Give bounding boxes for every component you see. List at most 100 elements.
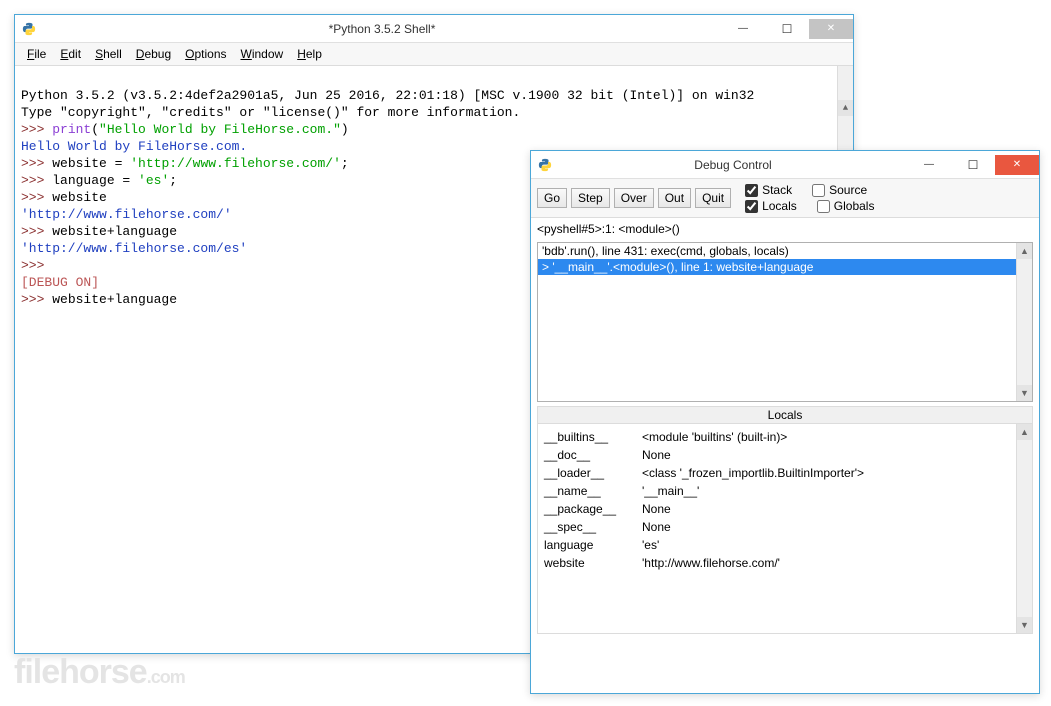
python-icon: [537, 157, 553, 173]
string-literal: "Hello World by FileHorse.com.": [99, 122, 341, 137]
locals-key: __name__: [540, 484, 630, 498]
debug-window: Debug Control — ☐ ✕ Go Step Over Out Qui…: [530, 150, 1040, 694]
locals-value: None: [638, 520, 1030, 534]
prompt: >>>: [21, 156, 52, 171]
semi: ;: [169, 173, 177, 188]
scroll-up-icon[interactable]: ▲: [838, 100, 853, 116]
locals-panel: __builtins__ <module 'builtins' (built-in…: [537, 424, 1033, 634]
locals-header: Locals: [537, 406, 1033, 424]
locals-value: '__main__': [638, 484, 1030, 498]
close-button[interactable]: ✕: [995, 155, 1039, 175]
output-line: Hello World by FileHorse.com.: [21, 139, 247, 154]
string-literal: 'http://www.filehorse.com/': [130, 156, 341, 171]
output-line: 'http://www.filehorse.com/es': [21, 241, 247, 256]
menu-options[interactable]: Options: [179, 45, 232, 63]
debug-title: Debug Control: [559, 158, 907, 172]
stack-scrollbar[interactable]: ▲ ▼: [1016, 243, 1032, 401]
expr: website: [52, 190, 107, 205]
watermark-logo: filehorse.com: [14, 653, 185, 692]
expr: language =: [52, 173, 138, 188]
locals-row: website 'http://www.filehorse.com/': [540, 554, 1030, 572]
prompt: >>>: [21, 190, 52, 205]
globals-checkbox[interactable]: Globals: [817, 199, 875, 213]
locals-value: <class '_frozen_importlib.BuiltinImporte…: [638, 466, 1030, 480]
minimize-button[interactable]: —: [907, 155, 951, 175]
prompt: >>>: [21, 258, 52, 273]
scroll-down-icon[interactable]: ▼: [1017, 385, 1032, 401]
menu-help[interactable]: Help: [291, 45, 328, 63]
stack-frame[interactable]: 'bdb'.run(), line 431: exec(cmd, globals…: [538, 243, 1032, 259]
debug-titlebar: Debug Control — ☐ ✕: [531, 151, 1039, 179]
maximize-button[interactable]: ☐: [951, 155, 995, 175]
over-button[interactable]: Over: [614, 188, 654, 208]
locals-value: None: [638, 502, 1030, 516]
watermark-brand: filehorse: [14, 653, 147, 691]
menu-debug[interactable]: Debug: [130, 45, 177, 63]
expr: website+language: [52, 224, 177, 239]
locals-row: __builtins__ <module 'builtins' (built-in…: [540, 428, 1030, 446]
debug-on-marker: [DEBUG ON]: [21, 275, 99, 290]
maximize-button[interactable]: ☐: [765, 19, 809, 39]
menu-shell[interactable]: Shell: [89, 45, 128, 63]
watermark-suffix: .com: [147, 667, 185, 687]
locals-value: 'http://www.filehorse.com/': [638, 556, 1030, 570]
locals-row: __name__ '__main__': [540, 482, 1030, 500]
locals-row: __package__ None: [540, 500, 1030, 518]
keyword-print: print: [52, 122, 91, 137]
locals-key: language: [540, 538, 630, 552]
banner-line: Type "copyright", "credits" or "license(…: [21, 105, 520, 120]
locals-key: __package__: [540, 502, 630, 516]
python-icon: [21, 21, 37, 37]
locals-value: None: [638, 448, 1030, 462]
shell-window-controls: — ☐ ✕: [721, 19, 853, 39]
locals-row: __doc__ None: [540, 446, 1030, 464]
step-button[interactable]: Step: [571, 188, 610, 208]
locals-row: language 'es': [540, 536, 1030, 554]
prompt: >>>: [21, 224, 52, 239]
debug-window-controls: — ☐ ✕: [907, 155, 1039, 175]
debug-status: <pyshell#5>:1: <module>(): [531, 218, 1039, 240]
menu-edit[interactable]: Edit: [54, 45, 87, 63]
stack-checkbox[interactable]: Stack: [745, 183, 792, 197]
scroll-down-icon[interactable]: ▼: [1017, 617, 1032, 633]
quit-button[interactable]: Quit: [695, 188, 731, 208]
shell-menubar: File Edit Shell Debug Options Window Hel…: [15, 43, 853, 66]
stack-frame-selected[interactable]: > '__main__'.<module>(), line 1: website…: [538, 259, 1032, 275]
locals-scrollbar[interactable]: ▲ ▼: [1016, 424, 1032, 633]
expr: website =: [52, 156, 130, 171]
scroll-up-icon[interactable]: ▲: [1017, 424, 1032, 440]
stack-list[interactable]: 'bdb'.run(), line 431: exec(cmd, globals…: [537, 242, 1033, 402]
debug-toolbar: Go Step Over Out Quit Stack Source Local…: [531, 179, 1039, 218]
go-button[interactable]: Go: [537, 188, 567, 208]
prompt: >>>: [21, 173, 52, 188]
locals-checkbox[interactable]: Locals: [745, 199, 797, 213]
locals-key: __doc__: [540, 448, 630, 462]
locals-row: __loader__ <class '_frozen_importlib.Buil…: [540, 464, 1030, 482]
locals-key: __loader__: [540, 466, 630, 480]
locals-key: __spec__: [540, 520, 630, 534]
expr: website+language: [52, 292, 177, 307]
menu-file[interactable]: File: [21, 45, 52, 63]
string-literal: 'es': [138, 173, 169, 188]
locals-key: __builtins__: [540, 430, 630, 444]
shell-titlebar: *Python 3.5.2 Shell* — ☐ ✕: [15, 15, 853, 43]
locals-value: 'es': [638, 538, 1030, 552]
prompt: >>>: [21, 122, 52, 137]
source-checkbox[interactable]: Source: [812, 183, 867, 197]
scroll-up-icon[interactable]: ▲: [1017, 243, 1032, 259]
paren: ): [341, 122, 349, 137]
shell-title: *Python 3.5.2 Shell*: [43, 22, 721, 36]
view-checkboxes: Stack Source Locals Globals: [745, 183, 874, 213]
banner-line: Python 3.5.2 (v3.5.2:4def2a2901a5, Jun 2…: [21, 88, 754, 103]
locals-value: <module 'builtins' (built-in)>: [638, 430, 1030, 444]
semi: ;: [341, 156, 349, 171]
locals-key: website: [540, 556, 630, 570]
minimize-button[interactable]: —: [721, 19, 765, 39]
locals-row: __spec__ None: [540, 518, 1030, 536]
out-button[interactable]: Out: [658, 188, 691, 208]
prompt: >>>: [21, 292, 52, 307]
menu-window[interactable]: Window: [235, 45, 290, 63]
paren: (: [91, 122, 99, 137]
output-line: 'http://www.filehorse.com/': [21, 207, 232, 222]
close-button[interactable]: ✕: [809, 19, 853, 39]
